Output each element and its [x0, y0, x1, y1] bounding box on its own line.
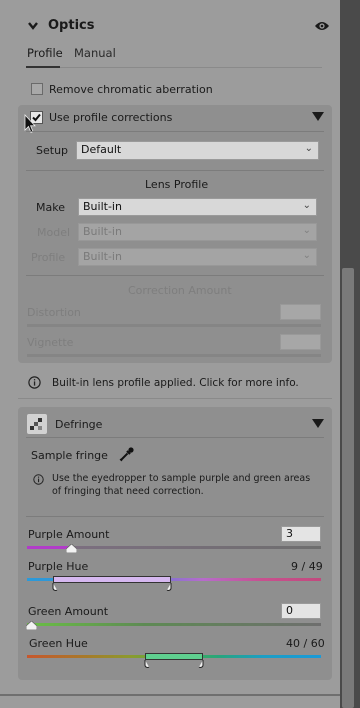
- vignette-slider: [27, 354, 321, 357]
- section-menu-triangle-icon[interactable]: [312, 112, 324, 121]
- distortion-label: Distortion: [27, 306, 81, 319]
- info-icon: [28, 376, 41, 389]
- distortion-slider: [27, 324, 321, 327]
- purple-hue-range[interactable]: [53, 576, 172, 583]
- green-hue-high-handle[interactable]: [198, 659, 204, 668]
- defringe-menu-triangle-icon[interactable]: [312, 419, 324, 428]
- chevron-down-icon: ⌄: [304, 143, 313, 154]
- defringe-divider-2: [26, 516, 324, 517]
- lens-profile-heading: Lens Profile: [145, 178, 209, 191]
- model-select: Built-in ⌄: [78, 223, 317, 241]
- green-amount-value: 0: [286, 604, 293, 617]
- profile-select: Built-in ⌄: [78, 248, 317, 266]
- green-amount-slider[interactable]: [27, 623, 321, 626]
- defringe-icon: [27, 414, 47, 434]
- make-value: Built-in: [83, 200, 122, 213]
- profile-corrections-label: Use profile corrections: [49, 111, 173, 124]
- model-value: Built-in: [83, 225, 122, 238]
- purple-hue-low-handle[interactable]: [52, 582, 58, 591]
- corrections-divider-3: [26, 275, 324, 276]
- green-hue-value: 40 / 60: [286, 637, 325, 650]
- distortion-value-box: [280, 304, 321, 320]
- chevron-down-icon: ⌄: [302, 200, 311, 211]
- info-divider: [18, 398, 332, 399]
- defringe-title: Defringe: [55, 418, 103, 431]
- chromatic-label: Remove chromatic aberration: [49, 83, 213, 96]
- chromatic-checkbox[interactable]: [31, 83, 43, 95]
- setup-value: Default: [81, 143, 122, 156]
- purple-amount-label: Purple Amount: [28, 528, 110, 541]
- make-select[interactable]: Built-in ⌄: [78, 198, 317, 216]
- defringe-note: Use the eyedropper to sample purple and …: [52, 473, 311, 497]
- correction-amount-heading: Correction Amount: [128, 284, 232, 297]
- purple-hue-value: 9 / 49: [291, 560, 323, 573]
- tabs-divider: [60, 67, 322, 68]
- info-text[interactable]: Built-in lens profile applied. Click for…: [52, 377, 299, 389]
- corrections-divider-1: [26, 131, 324, 132]
- vignette-value-box: [280, 334, 321, 350]
- tab-profile[interactable]: Profile: [27, 46, 63, 60]
- purple-amount-value: 3: [286, 527, 293, 540]
- section-title: Optics: [48, 18, 95, 33]
- green-amount-thumb[interactable]: [25, 620, 38, 631]
- defringe-divider-1: [26, 437, 324, 438]
- chevron-down-icon: ⌄: [302, 225, 311, 236]
- purple-hue-high-handle[interactable]: [166, 582, 172, 591]
- profile-value: Built-in: [83, 250, 122, 263]
- eye-icon[interactable]: [314, 20, 330, 32]
- green-amount-label: Green Amount: [28, 605, 109, 618]
- eyedropper-icon[interactable]: [118, 445, 136, 463]
- tab-profile-underline: [26, 66, 60, 68]
- purple-amount-input[interactable]: 3: [281, 526, 321, 542]
- profile-label: Profile: [31, 251, 66, 264]
- collapse-chevron-icon[interactable]: [27, 20, 39, 32]
- green-hue-label: Green Hue: [29, 637, 88, 650]
- purple-amount-thumb[interactable]: [65, 543, 78, 554]
- green-hue-low-handle[interactable]: [144, 659, 150, 668]
- tab-manual[interactable]: Manual: [74, 46, 116, 60]
- setup-select[interactable]: Default ⌄: [76, 141, 319, 160]
- green-hue-range[interactable]: [144, 653, 204, 660]
- purple-hue-label: Purple Hue: [28, 560, 89, 573]
- scrollbar-thumb[interactable]: [342, 268, 354, 708]
- green-amount-input[interactable]: 0: [281, 603, 321, 619]
- vignette-label: Vignette: [27, 336, 74, 349]
- note-info-icon: [33, 474, 44, 485]
- bottom-divider: [0, 694, 340, 696]
- chevron-down-icon: ⌄: [302, 250, 311, 261]
- setup-label: Setup: [36, 144, 69, 157]
- sample-fringe-label: Sample fringe: [31, 449, 108, 462]
- make-label: Make: [36, 201, 65, 214]
- corrections-divider-2: [26, 170, 324, 171]
- model-label: Model: [37, 226, 71, 239]
